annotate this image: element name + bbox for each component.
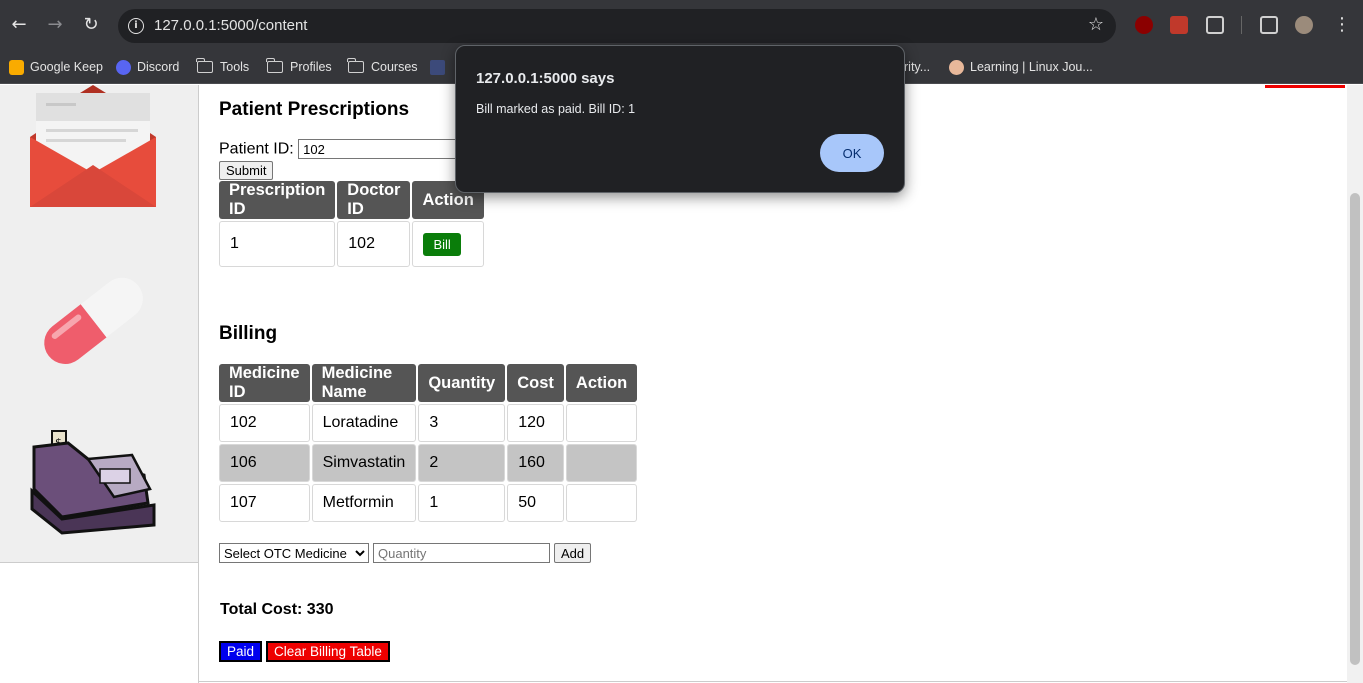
scrollbar-thumb[interactable] xyxy=(1350,193,1360,665)
bookmark-label: Tools xyxy=(220,60,250,74)
mail-envelope-icon[interactable] xyxy=(28,85,160,211)
medicine-name-cell: Simvastatin xyxy=(311,444,417,482)
bookmark-label: Discord xyxy=(137,60,180,74)
extensions-puzzle-icon[interactable] xyxy=(1206,16,1224,34)
folder-icon xyxy=(196,58,213,73)
paid-button[interactable]: Paid xyxy=(219,641,263,662)
bookmark-partial[interactable] xyxy=(430,56,451,78)
column-header: Quantity xyxy=(418,364,506,402)
profile-avatar-icon[interactable] xyxy=(1295,16,1313,34)
column-header: Prescription ID xyxy=(219,181,336,219)
table-row: 107 Metformin 1 50 xyxy=(219,484,638,522)
cost-cell: 120 xyxy=(507,404,564,442)
bookmark-folder-courses[interactable]: Courses xyxy=(347,56,418,78)
google-keep-icon xyxy=(9,59,24,75)
folder-icon xyxy=(347,58,364,73)
toolbar-divider xyxy=(1241,16,1242,34)
medicine-id-cell: 102 xyxy=(219,404,310,442)
medicine-id-cell: 107 xyxy=(219,484,310,522)
cost-cell: 50 xyxy=(507,484,564,522)
dialog-message: Bill marked as paid. Bill ID: 1 xyxy=(476,102,636,116)
menu-kebab-icon[interactable]: ⋮ xyxy=(1330,13,1354,37)
bookmark-label: Google Keep xyxy=(30,60,103,74)
bookmark-discord[interactable]: Discord xyxy=(116,56,179,78)
prescriptions-table: Prescription ID Doctor ID Action 1 102 B… xyxy=(217,179,486,269)
bookmark-linux-journey[interactable]: Learning | Linux Jou... xyxy=(949,56,1093,78)
bookmark-folder-profiles[interactable]: Profiles xyxy=(266,56,332,78)
column-header: Medicine Name xyxy=(311,364,417,402)
quantity-input[interactable] xyxy=(373,543,550,563)
action-cell xyxy=(565,444,638,482)
billing-title: Billing xyxy=(219,323,278,344)
column-header: Doctor ID xyxy=(337,181,411,219)
total-cost: Total Cost: 330 xyxy=(220,601,334,618)
url-text[interactable]: 127.0.0.1:5000/content xyxy=(154,17,307,34)
medicine-name-cell: Loratadine xyxy=(311,404,417,442)
page-scrollbar[interactable] xyxy=(1347,85,1363,683)
dialog-ok-button[interactable]: OK xyxy=(820,134,884,172)
clear-billing-button[interactable]: Clear Billing Table xyxy=(266,641,390,662)
cash-register-icon[interactable]: $ xyxy=(28,429,160,537)
action-cell xyxy=(565,404,638,442)
bookmark-security[interactable]: rity... xyxy=(904,56,930,78)
reload-icon[interactable]: ↻ xyxy=(79,13,103,37)
medicine-name-cell: Metformin xyxy=(311,484,417,522)
cost-cell: 160 xyxy=(507,444,564,482)
bookmark-folder-tools[interactable]: Tools xyxy=(196,56,250,78)
dialog-title: 127.0.0.1:5000 says xyxy=(476,70,615,87)
bookmark-label: rity... xyxy=(904,60,931,74)
quantity-cell: 1 xyxy=(418,484,506,522)
table-row: 1 102 Bill xyxy=(219,221,484,267)
discord-icon xyxy=(116,59,131,75)
submit-button[interactable]: Submit xyxy=(219,161,274,180)
alert-dialog: 127.0.0.1:5000 says Bill marked as paid.… xyxy=(455,45,905,193)
bookmark-star-icon[interactable]: ☆ xyxy=(1088,14,1104,35)
forward-icon[interactable]: → xyxy=(43,13,67,37)
red-accent-bar xyxy=(1265,85,1345,88)
site-info-icon[interactable]: i xyxy=(128,18,144,34)
bookmark-google-keep[interactable]: Google Keep xyxy=(9,56,103,78)
column-header: Cost xyxy=(507,364,564,402)
prescription-id-cell: 1 xyxy=(219,221,336,267)
linux-journey-icon xyxy=(949,59,964,75)
folder-icon xyxy=(266,58,283,73)
address-bar[interactable]: i 127.0.0.1:5000/content ☆ xyxy=(118,9,1116,43)
column-header: Action xyxy=(565,364,638,402)
extension-icon[interactable] xyxy=(1170,16,1188,34)
browser-toolbar: ← → ↻ i 127.0.0.1:5000/content ☆ ⋮ xyxy=(0,0,1363,50)
bookmark-label: Courses xyxy=(371,60,418,74)
back-icon[interactable]: ← xyxy=(7,13,31,37)
otc-add-row: Select OTC Medicine Add xyxy=(219,543,592,563)
bookmark-icon xyxy=(430,59,445,75)
patient-id-input[interactable] xyxy=(298,139,459,159)
ublock-icon[interactable] xyxy=(1135,16,1153,34)
medicine-id-cell: 106 xyxy=(219,444,310,482)
prescriptions-title: Patient Prescriptions xyxy=(219,99,410,120)
bill-button[interactable]: Bill xyxy=(423,232,461,256)
otc-medicine-select[interactable]: Select OTC Medicine xyxy=(219,543,369,563)
page-bottom-border xyxy=(198,681,1348,682)
patient-id-label: Patient ID: xyxy=(219,140,294,158)
side-panel-icon[interactable] xyxy=(1260,16,1278,34)
action-cell xyxy=(565,484,638,522)
column-header: Medicine ID xyxy=(219,364,310,402)
action-cell: Bill xyxy=(412,221,484,267)
sidebar: $ xyxy=(0,85,199,563)
billing-actions: Paid Clear Billing Table xyxy=(219,641,390,662)
bookmark-label: Learning | Linux Jou... xyxy=(970,60,1093,74)
pill-capsule-icon[interactable] xyxy=(30,268,156,373)
table-row: 106 Simvastatin 2 160 xyxy=(219,444,638,482)
patient-id-row: Patient ID: xyxy=(219,139,459,159)
quantity-cell: 2 xyxy=(418,444,506,482)
bookmark-label: Profiles xyxy=(290,60,332,74)
table-header-row: Prescription ID Doctor ID Action xyxy=(219,181,484,219)
table-header-row: Medicine ID Medicine Name Quantity Cost … xyxy=(219,364,638,402)
quantity-cell: 3 xyxy=(418,404,506,442)
doctor-id-cell: 102 xyxy=(337,221,411,267)
content-divider xyxy=(198,85,199,683)
table-row: 102 Loratadine 3 120 xyxy=(219,404,638,442)
add-button[interactable]: Add xyxy=(554,543,592,563)
billing-table: Medicine ID Medicine Name Quantity Cost … xyxy=(217,362,639,524)
